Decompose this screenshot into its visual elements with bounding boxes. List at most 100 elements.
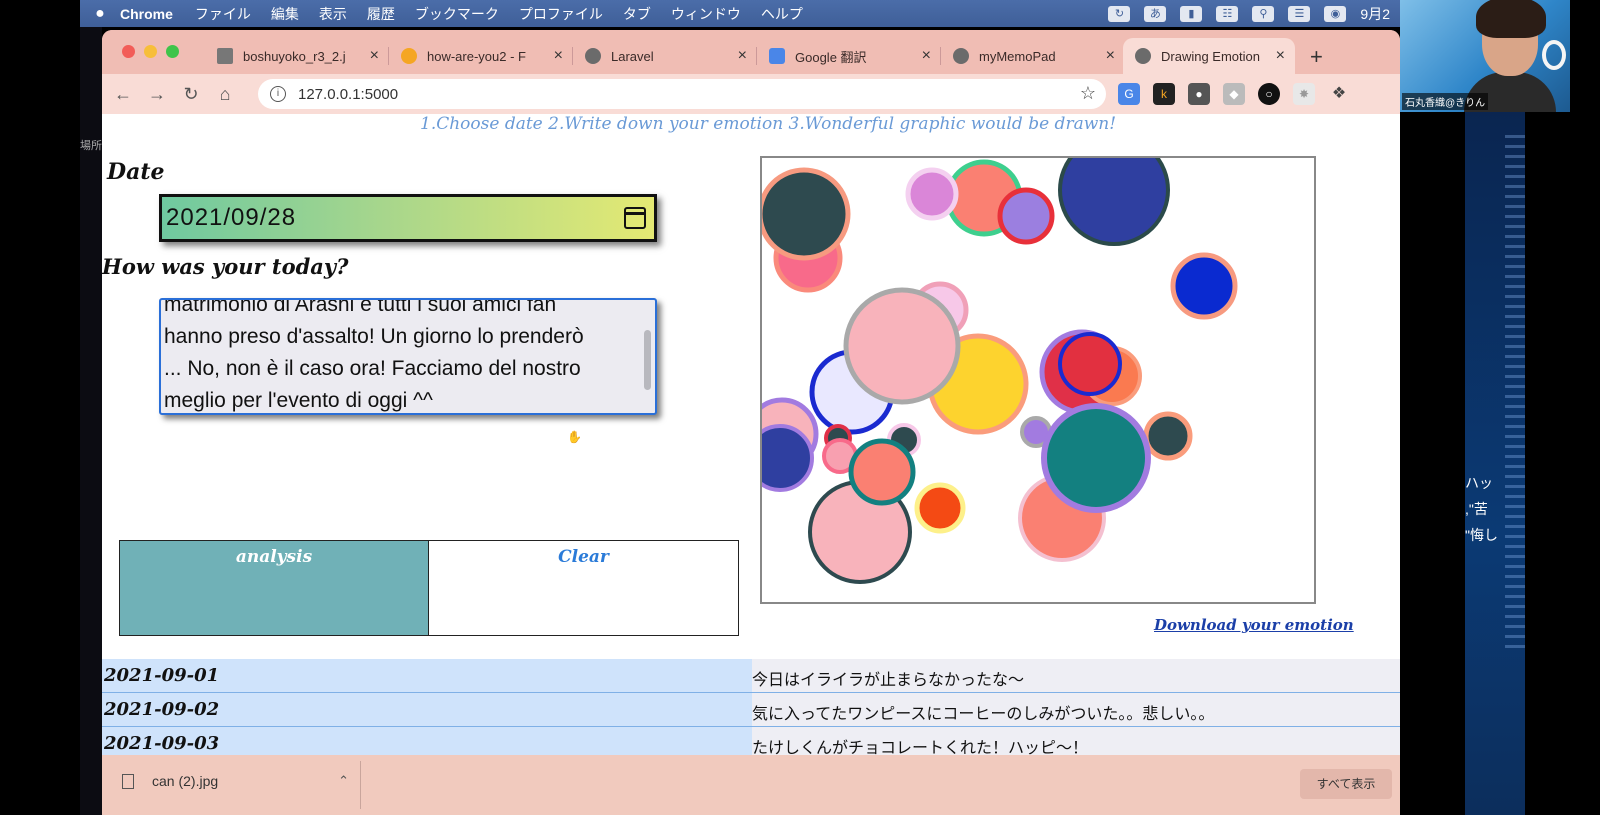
entry-date: 2021-09-03 (102, 727, 752, 755)
emotion-history-list: 2021-09-01 今日はイライラが止まらなかったな〜 2021-09-02 … (102, 659, 1400, 755)
menu-history[interactable]: 履歴 (367, 4, 395, 24)
emotion-canvas (760, 156, 1316, 604)
globe-icon (1135, 48, 1151, 64)
textarea-line: ... No, non è il caso ora! Facciamo del … (164, 357, 581, 380)
control-center-icon[interactable]: ☰ (1288, 5, 1311, 22)
download-link[interactable]: Download your emotion (1154, 616, 1354, 634)
doc-icon (217, 48, 233, 64)
k-extension-icon[interactable]: k (1153, 83, 1175, 105)
tab-how-are-you2[interactable]: how-are-you2 - F × (389, 38, 573, 74)
clear-button[interactable]: Clear (429, 541, 738, 635)
menubar-clock[interactable]: 9月2 (1360, 4, 1390, 24)
video-call-thumbnail[interactable]: 石丸香織@きりん (1400, 0, 1570, 112)
home-button[interactable]: ⌂ (208, 84, 242, 105)
action-buttons: analysis Clear (119, 540, 739, 636)
close-icon[interactable]: × (1276, 47, 1285, 65)
today-label: How was your today? (102, 254, 349, 279)
tab-strip: boshuyoko_r3_2.j × how-are-you2 - F × La… (102, 30, 1400, 74)
close-icon[interactable]: × (922, 47, 931, 65)
tab-laravel[interactable]: Laravel × (573, 38, 757, 74)
google-extension-icon[interactable]: G (1118, 83, 1140, 105)
textarea-line: hanno preso d'assalto! Un giorno lo pren… (164, 325, 584, 348)
analysis-button[interactable]: analysis (120, 541, 429, 635)
page-viewport: 1.Choose date 2.Write down your emotion … (102, 114, 1400, 755)
address-url: 127.0.0.1:5000 (298, 85, 399, 103)
headset-icon (1542, 40, 1566, 70)
menubar-app-name[interactable]: Chrome (120, 6, 173, 22)
menu-bookmarks[interactable]: ブックマーク (415, 4, 499, 24)
menubar-status-area: ↻ あ ▮ ☷ ⚲ ☰ ◉ 9月2 (1108, 0, 1400, 27)
apple-icon[interactable]: ● (80, 5, 120, 23)
forward-button[interactable]: → (140, 84, 174, 105)
menu-file[interactable]: ファイル (195, 4, 251, 24)
react-extension-icon[interactable]: ✸ (1293, 83, 1315, 105)
minimize-window-button[interactable] (144, 45, 157, 58)
tab-mymemopad[interactable]: myMemoPad × (941, 38, 1125, 74)
tab-google-translate[interactable]: Google 翻訳 × (757, 38, 941, 74)
spotlight-search-icon[interactable]: ⚲ (1252, 5, 1275, 22)
tab-boshuyoko[interactable]: boshuyoko_r3_2.j × (205, 38, 389, 74)
screen-border-left (0, 0, 80, 815)
menu-edit[interactable]: 編集 (271, 4, 299, 24)
instructions-text: 1.Choose date 2.Write down your emotion … (420, 114, 1117, 134)
emotion-circles-graphic (762, 158, 1238, 584)
chevron-up-icon[interactable]: ⌃ (338, 773, 349, 789)
entry-date: 2021-09-02 (102, 693, 752, 726)
site-info-icon[interactable]: i (270, 86, 286, 102)
entry-text: たけしくんがチョコレートくれた！ハッピ〜！ (752, 727, 1400, 755)
menu-tab[interactable]: タブ (623, 4, 651, 24)
list-item[interactable]: 2021-09-03 たけしくんがチョコレートくれた！ハッピ〜！ (102, 727, 1400, 755)
keyboard-icon[interactable]: ☷ (1216, 5, 1239, 22)
menu-help[interactable]: ヘルプ (761, 4, 803, 24)
download-item[interactable]: can (2).jpg ⌃ (122, 773, 349, 789)
close-icon[interactable]: × (738, 47, 747, 65)
battery-icon[interactable]: ▮ (1180, 5, 1203, 22)
show-all-button[interactable]: すべて表示 (1300, 769, 1392, 799)
translate-icon (769, 48, 785, 64)
menu-profile[interactable]: プロファイル (519, 4, 603, 24)
date-input[interactable]: 2021/09/28 (159, 194, 657, 242)
file-icon (122, 773, 134, 789)
menu-view[interactable]: 表示 (319, 4, 347, 24)
download-separator (360, 761, 361, 809)
participant-name: 石丸香織@きりん (1402, 93, 1489, 110)
date-label: Date (107, 159, 165, 185)
list-item[interactable]: 2021-09-02 気に入ってたワンピースにコーヒーのしみがついた。。悲しい。… (102, 693, 1400, 727)
textarea-scrollbar[interactable] (644, 330, 651, 390)
calendar-icon[interactable] (624, 207, 646, 229)
close-icon[interactable]: × (370, 47, 379, 65)
close-icon[interactable]: × (554, 47, 563, 65)
close-window-button[interactable] (122, 45, 135, 58)
input-method-icon[interactable]: あ (1144, 5, 1167, 22)
glasses-extension-icon[interactable]: ● (1188, 83, 1210, 105)
siri-icon[interactable]: ◉ (1324, 5, 1347, 22)
participant-hair (1476, 0, 1546, 38)
tab-drawing-emotion[interactable]: Drawing Emotion × (1123, 38, 1295, 74)
bookmark-star-icon[interactable]: ☆ (1080, 83, 1096, 104)
new-tab-button[interactable]: + (1310, 44, 1323, 70)
sync-icon[interactable]: ↻ (1108, 5, 1131, 22)
textarea-content: matrimonio di Arashi e tutti i suoi amic… (164, 298, 639, 413)
browser-toolbar: ← → ↻ ⌂ i 127.0.0.1:5000 ☆ G k ● ◆ ○ ✸ ❖ (102, 74, 1400, 114)
tab-label: how-are-you2 - F (427, 48, 526, 64)
list-item[interactable]: 2021-09-01 今日はイライラが止まらなかったな〜 (102, 659, 1400, 693)
desktop-left: 場所 (80, 27, 102, 815)
zoom-window-button[interactable] (166, 45, 179, 58)
extensions-puzzle-icon[interactable]: ❖ (1328, 83, 1350, 105)
textarea-line: matrimonio di Arashi e tutti i suoi amic… (164, 298, 557, 316)
date-value: 2021/09/28 (166, 204, 297, 231)
desktop-text-line: ,"苦 (1465, 501, 1488, 517)
reload-button[interactable]: ↻ (174, 84, 208, 105)
tag-extension-icon[interactable]: ◆ (1223, 83, 1245, 105)
window-controls (122, 45, 179, 58)
address-bar[interactable]: i 127.0.0.1:5000 ☆ (258, 79, 1106, 109)
back-button[interactable]: ← (106, 84, 140, 105)
desktop-right-text: ハッ ,"苦 "悔し (1465, 470, 1498, 548)
emotion-textarea[interactable]: matrimonio di Arashi e tutti i suoi amic… (159, 298, 657, 415)
tab-label: Google 翻訳 (795, 49, 867, 65)
circle-extension-icon[interactable]: ○ (1258, 83, 1280, 105)
menu-window[interactable]: ウィンドウ (671, 4, 741, 24)
close-icon[interactable]: × (1106, 47, 1115, 65)
globe-icon (953, 48, 969, 64)
globe-icon (585, 48, 601, 64)
